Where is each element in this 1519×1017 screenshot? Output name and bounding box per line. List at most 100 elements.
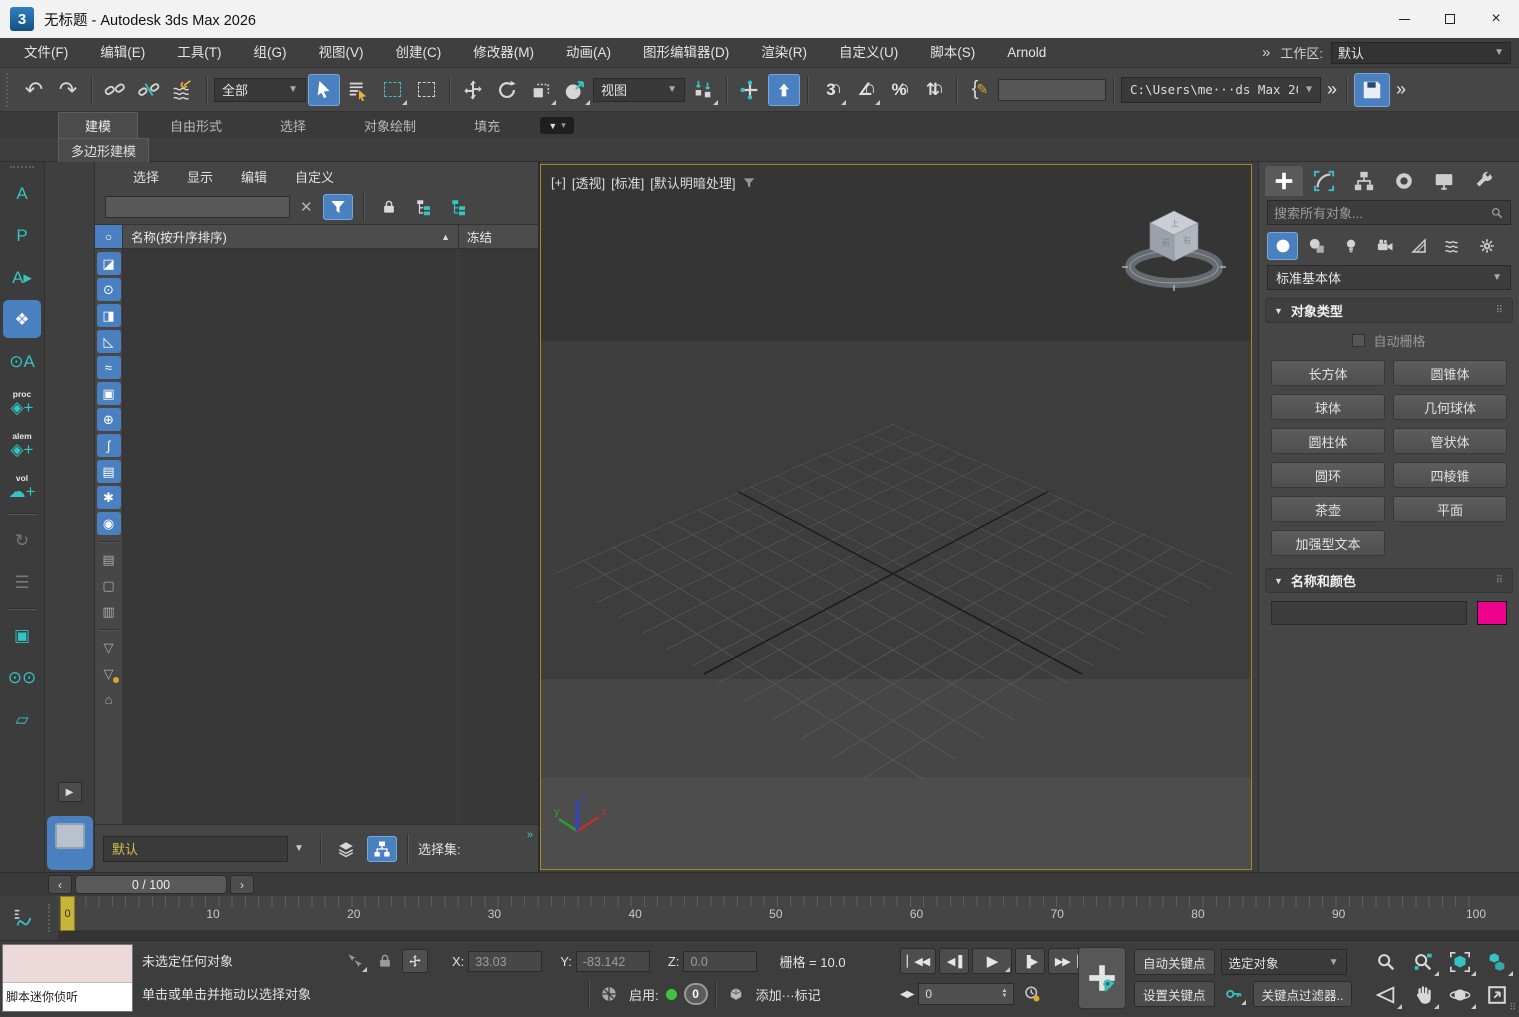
current-frame-spinner[interactable]: 0 ▲▼ xyxy=(918,983,1014,1005)
object-type-button[interactable]: 圆柱体 xyxy=(1271,428,1385,454)
menu-item[interactable]: 修改器(M) xyxy=(457,38,550,68)
explorer-layer-view-button[interactable] xyxy=(444,194,474,220)
run-script-window-icon[interactable]: A▸ xyxy=(3,258,41,296)
tab-display[interactable] xyxy=(1425,166,1463,196)
z-coordinate-field[interactable]: 0.0 xyxy=(683,951,757,972)
time-configuration-button[interactable] xyxy=(1019,982,1045,1006)
viewport-menu-pov[interactable]: [透视] xyxy=(572,173,605,192)
named-selection-input[interactable] xyxy=(998,79,1106,101)
selection-filter-dropdown[interactable]: 全部 ▼ xyxy=(214,78,306,102)
list-view-icon[interactable]: ▤ xyxy=(97,548,121,571)
object-type-button[interactable]: 圆环 xyxy=(1271,462,1385,488)
alembic-create-icon[interactable]: alem ◈+ xyxy=(3,426,41,464)
snap-toggle-3d[interactable]: 3∩ xyxy=(815,74,847,106)
detail-view-icon[interactable]: ▥ xyxy=(97,600,121,623)
viewport-menu-general[interactable]: [+] xyxy=(551,175,566,190)
object-category-dropdown[interactable]: 标准基本体 ▼ xyxy=(1267,265,1511,290)
close-button[interactable]: × xyxy=(1473,0,1519,38)
display-helpers-toggle[interactable]: ◺ xyxy=(97,330,121,353)
listener-script-pane[interactable]: 脚本迷你侦听 xyxy=(3,983,132,1011)
maximize-button[interactable] xyxy=(1427,0,1473,38)
python-editor-window-icon[interactable]: P xyxy=(3,216,41,254)
menu-item[interactable]: 渲染(R) xyxy=(745,38,823,68)
rectangular-selection-region-button[interactable] xyxy=(376,74,408,106)
display-spacewarps-toggle[interactable]: ≈ xyxy=(97,356,121,379)
object-type-button[interactable]: 四棱锥 xyxy=(1393,462,1507,488)
explorer-hierarchy-view-button[interactable] xyxy=(409,194,439,220)
display-hidden-eye-toggle[interactable]: ◉ xyxy=(97,512,121,535)
percent-snap-toggle[interactable]: %∩ xyxy=(883,74,915,106)
display-containers-toggle[interactable]: ⊕ xyxy=(97,408,121,431)
menu-item[interactable]: 视图(V) xyxy=(303,38,380,68)
y-coordinate-field[interactable]: -83.142 xyxy=(576,951,650,972)
menu-item[interactable]: 组(G) xyxy=(238,38,303,68)
workspace-dropdown[interactable]: 默认 ▼ xyxy=(1331,42,1511,64)
key-filters-button[interactable]: 关键点过滤器.. xyxy=(1253,981,1353,1007)
key-selection-dropdown[interactable]: 选定对象 ▼ xyxy=(1221,949,1347,975)
reference-coordinate-dropdown[interactable]: 视图 ▼ xyxy=(593,78,685,102)
menu-item[interactable]: Arnold xyxy=(991,38,1062,68)
tab-modify[interactable] xyxy=(1305,166,1343,196)
explorer-object-list[interactable] xyxy=(123,249,538,824)
object-type-button[interactable]: 圆锥体 xyxy=(1393,360,1507,386)
chevron-down-icon[interactable]: ▼ xyxy=(294,843,310,854)
divider[interactable] xyxy=(7,608,37,609)
object-type-button[interactable]: 长方体 xyxy=(1271,360,1385,386)
display-groups-toggle[interactable]: ▣ xyxy=(97,382,121,405)
explorer-menu-item[interactable]: 选择 xyxy=(119,167,173,186)
menu-item[interactable]: 工具(T) xyxy=(161,38,237,68)
category-geometry-button[interactable] xyxy=(1267,232,1298,260)
spinner-snap-toggle[interactable]: ⇅∩ xyxy=(917,74,949,106)
isolate-selection-button[interactable] xyxy=(342,949,368,973)
tab-hierarchy[interactable] xyxy=(1345,166,1383,196)
absolute-mode-transform-toggle[interactable] xyxy=(402,949,428,973)
viewport-funnel-icon[interactable] xyxy=(742,176,756,190)
use-pivot-center-button[interactable] xyxy=(687,74,719,106)
column-icon-header[interactable]: ○ xyxy=(95,225,123,248)
named-selection-sets-button[interactable]: {✎ xyxy=(964,74,996,106)
category-systems-button[interactable] xyxy=(1471,232,1502,260)
zoom-extents-button[interactable] xyxy=(1442,946,1477,977)
viewport-menu-shading[interactable]: [默认明暗处理] xyxy=(650,173,735,192)
animation-enable-shield-button[interactable] xyxy=(596,982,622,1006)
select-and-rotate-button[interactable] xyxy=(491,74,523,106)
menu-item[interactable]: 文件(F) xyxy=(8,38,84,68)
current-frame-display[interactable]: 0 / 100 xyxy=(75,875,227,894)
category-spacewarps-button[interactable] xyxy=(1437,232,1468,260)
explorer-lock-button[interactable] xyxy=(374,194,404,220)
menu-item[interactable]: 图形编辑器(D) xyxy=(627,38,745,68)
spinner-arrows-icon[interactable]: ▲▼ xyxy=(1001,989,1007,999)
set-keys-button[interactable] xyxy=(1078,947,1126,1009)
select-link-button[interactable] xyxy=(99,74,131,106)
menu-item[interactable]: 自定义(U) xyxy=(823,38,914,68)
divider[interactable] xyxy=(99,541,119,542)
timeline-ruler[interactable]: 0 102030405060708090100 xyxy=(58,896,1519,940)
explorer-menu-item[interactable]: 自定义 xyxy=(281,167,348,186)
explorer-preset-dropdown[interactable]: 默认 xyxy=(103,836,288,862)
filter-settings-icon[interactable]: ▽ xyxy=(97,662,121,685)
next-frame-button[interactable]: ▐▶ xyxy=(1015,948,1045,974)
autogrid-checkbox[interactable] xyxy=(1352,334,1365,347)
ribbon-tab[interactable]: 对象绘制 xyxy=(338,113,442,138)
toolbar-overflow-chevron[interactable]: » xyxy=(1323,79,1339,100)
maxscript-mini-listener[interactable]: 脚本迷你侦听 xyxy=(2,944,133,1012)
perspective-viewport[interactable]: [+] [透视] [标准] [默认明暗处理] 前 右 上 x xyxy=(540,164,1252,870)
transfer-cycle-icon[interactable]: ↻ xyxy=(3,521,41,559)
search-all-objects-input[interactable]: 搜索所有对象... xyxy=(1267,200,1511,225)
object-type-button[interactable]: 茶壶 xyxy=(1271,496,1385,522)
light-analysis-icon[interactable]: ⊙A xyxy=(3,342,41,380)
unlink-selection-button[interactable] xyxy=(133,74,165,106)
zoom-button[interactable] xyxy=(1368,946,1403,977)
view-cube[interactable]: 前 右 上 xyxy=(1119,195,1229,303)
trackbar-drag-handle[interactable] xyxy=(48,904,56,932)
strip-drag-handle[interactable] xyxy=(10,166,34,168)
display-frozen-toggle[interactable]: ✱ xyxy=(97,486,121,509)
explorer-menu-item[interactable]: 显示 xyxy=(173,167,227,186)
next-frame-button[interactable]: › xyxy=(230,875,254,894)
select-and-place-button[interactable] xyxy=(559,74,591,106)
time-tag-cube-button[interactable] xyxy=(723,982,749,1006)
script-editor-window-icon[interactable]: A xyxy=(3,174,41,212)
zoom-all-button[interactable] xyxy=(1405,946,1440,977)
category-helpers-button[interactable] xyxy=(1403,232,1434,260)
object-type-button[interactable]: 平面 xyxy=(1393,496,1507,522)
